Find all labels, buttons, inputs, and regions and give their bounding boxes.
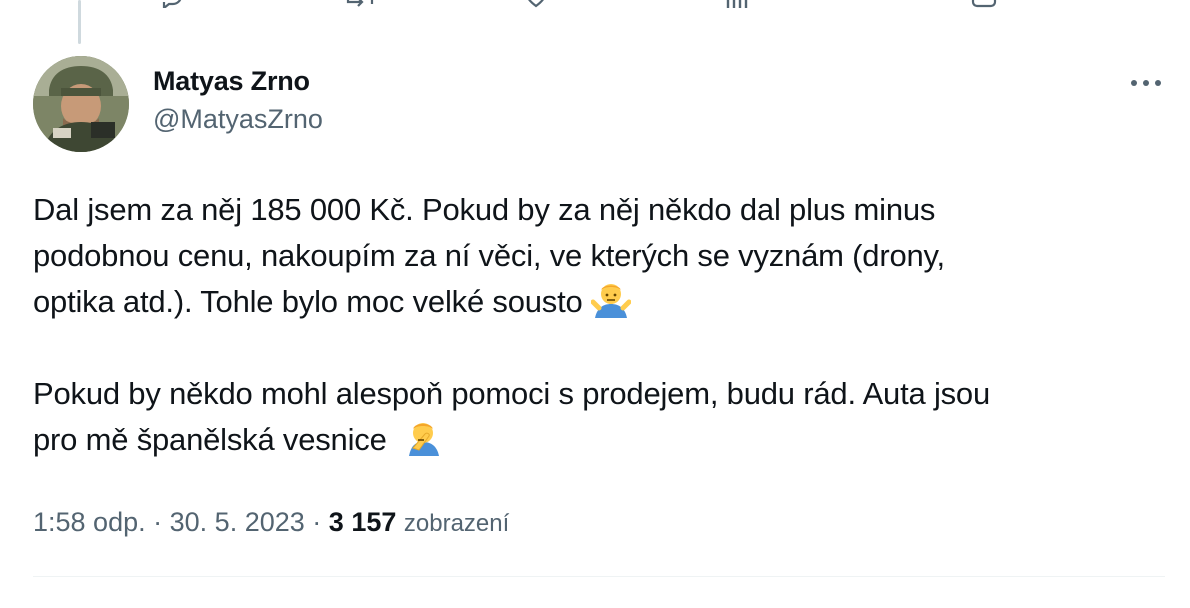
meta-separator: · [153, 507, 163, 537]
tweet-text-line: podobnou cenu, nakoupím za ní věci, ve k… [33, 238, 945, 273]
views-icon[interactable] [724, 0, 748, 8]
avatar[interactable] [33, 56, 129, 152]
meta-separator: · [312, 507, 322, 537]
retweet-icon[interactable] [344, 0, 376, 8]
like-icon[interactable] [524, 0, 548, 8]
tweet-text-line: pro mě španělská vesnice [33, 417, 1153, 463]
divider [33, 576, 1165, 577]
bookmark-icon[interactable] [970, 0, 998, 8]
author-name[interactable]: Matyas Zrno [153, 66, 310, 97]
person-shrugging-emoji [590, 284, 631, 318]
views-label: zobrazení [403, 510, 510, 537]
more-icon [1131, 80, 1161, 86]
tweet-text-line: Dal jsem za něj 185 000 Kč. Pokud by za … [33, 192, 936, 227]
tweet-text-line: Pokud by někdo mohl alespoň pomoci s pro… [33, 376, 991, 411]
tweet-text-segment: optika atd.). Tohle bylo moc velké soust… [33, 284, 583, 319]
views-count: 3 157 [328, 507, 397, 537]
person-facepalming-emoji [409, 423, 440, 456]
tweet-text-line: optika atd.). Tohle bylo moc velké soust… [33, 279, 1153, 325]
tweet-metadata: 1:58 odp. · 30. 5. 2023 · 3 157 zobrazen… [33, 507, 509, 538]
tweet-text: Dal jsem za něj 185 000 Kč. Pokud by za … [33, 187, 1153, 463]
thread-connector-line [78, 0, 81, 44]
previous-tweet-action-bar [0, 0, 1190, 8]
tweet-time[interactable]: 1:58 odp. [33, 507, 146, 537]
tweet-date[interactable]: 30. 5. 2023 [170, 507, 305, 537]
more-options-button[interactable] [1126, 66, 1166, 100]
reply-icon[interactable] [160, 0, 182, 8]
tweet-text-segment: pro mě španělská vesnice [33, 422, 387, 457]
author-handle[interactable]: @MatyasZrno [153, 104, 323, 135]
